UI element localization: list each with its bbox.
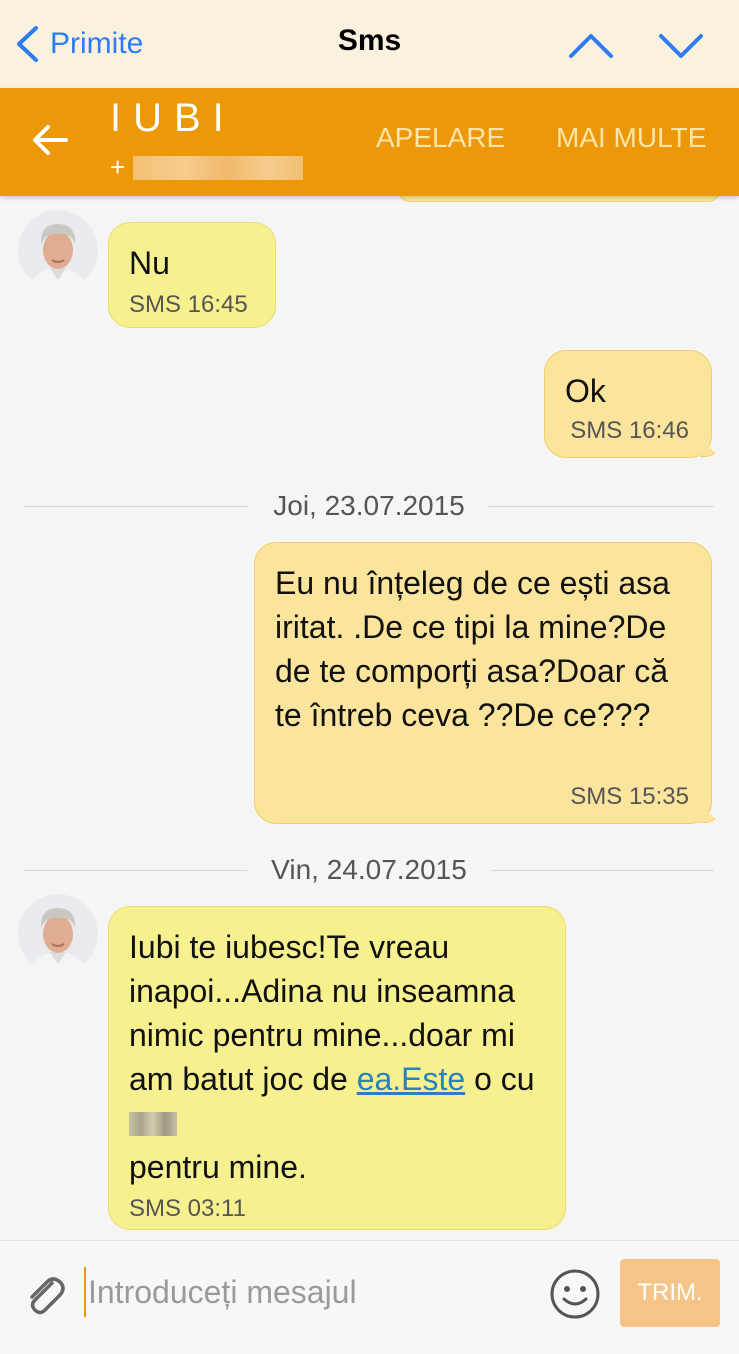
chevron-up-icon [569,34,613,58]
message-bubble-outgoing[interactable]: Eu nu înțeleg de ce ești asa iritat. .De… [254,542,712,824]
divider [24,505,250,507]
ios-nav-bar: Primite Sms [0,0,739,88]
arrow-left-icon [33,125,68,155]
message-timestamp: SMS 03:11 [129,1195,246,1222]
avatar-photo [18,894,98,974]
attach-button[interactable] [22,1271,68,1317]
redacted-word [129,1112,177,1136]
contact-avatar[interactable] [18,210,98,290]
message-link[interactable]: ea.Este [357,1061,466,1097]
next-message-button[interactable] [658,26,704,66]
message-timestamp: SMS 16:45 [129,291,248,318]
message-bubble-incoming[interactable]: Nu SMS 16:45 [108,222,276,328]
divider [490,869,715,871]
compose-bar: TRIM. [0,1240,739,1354]
redacted-number [133,155,304,180]
message-bubble-incoming[interactable]: Iubi te iubesc!Te vreau inapoi...Adina n… [108,906,566,1230]
message-text: Iubi te iubesc!Te vreau inapoi...Adina n… [129,925,545,1189]
message-list[interactable]: Nu SMS 16:45 Ok SMS 16:46 Joi, 23.07.201… [0,190,739,1240]
more-button[interactable]: MAI MULTE [556,122,706,154]
avatar-photo [18,210,98,290]
message-bubble-outgoing[interactable]: Ok SMS 16:46 [544,350,712,458]
header-back-button[interactable] [28,118,72,162]
previous-message-button[interactable] [568,26,614,66]
divider [24,869,248,871]
date-separator: Joi, 23.07.2015 [24,486,714,526]
message-text-part: o cu [465,1061,535,1097]
message-text: Ok [565,373,606,409]
contact-number: + [110,152,304,183]
contact-avatar[interactable] [18,894,98,974]
date-label: Joi, 23.07.2015 [273,490,465,521]
call-button[interactable]: APELARE [376,122,505,154]
divider [488,505,714,507]
send-button[interactable]: TRIM. [620,1259,720,1327]
message-input[interactable] [84,1267,524,1317]
message-text: Eu nu înțeleg de ce ești asa iritat. .De… [275,565,670,733]
date-separator: Vin, 24.07.2015 [24,850,715,890]
message-text-part: pentru mine. [129,1149,307,1185]
message-timestamp: SMS 15:35 [570,783,689,810]
back-to-inbox-button[interactable]: Primite [14,24,143,64]
contact-number-prefix: + [110,152,126,182]
emoji-button[interactable] [548,1267,602,1321]
nav-title: Sms [337,24,402,57]
back-label: Primite [50,27,144,60]
chevron-down-icon [659,34,703,58]
message-text: Nu [129,245,170,281]
contact-name: IUBI [110,96,236,140]
smiley-icon [550,1269,600,1319]
chevron-left-icon [17,26,38,62]
date-label: Vin, 24.07.2015 [271,854,467,885]
conversation-header: IUBI + APELARE MAI MULTE [0,88,739,196]
message-timestamp: SMS 16:46 [570,417,689,444]
paperclip-icon [30,1277,65,1315]
